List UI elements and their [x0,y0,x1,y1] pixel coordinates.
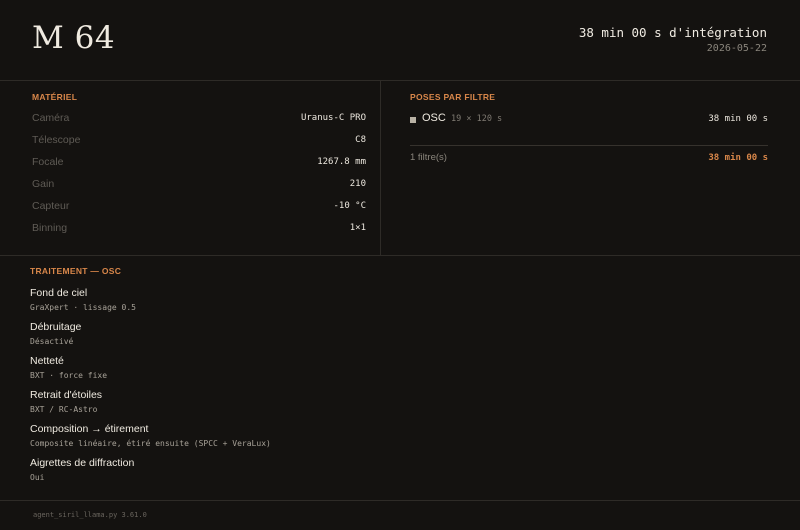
poses-title: POSES PAR FILTRE [410,92,496,102]
processing-step-detail: Désactivé [30,337,74,346]
materiel-label: Caméra [32,112,70,124]
processing-step: Débruitage Désactivé [30,321,81,347]
processing-step-name: Netteté [30,355,64,367]
processing-step-name: Fond de ciel [30,287,88,299]
materiel-value: 210 [349,179,366,189]
materiel-value: -10 °C [333,201,366,211]
processing-step-detail: GraXpert · lissage 0.5 [30,303,136,312]
materiel-value: C8 [355,135,366,145]
header-divider [0,80,800,81]
poses-summary-total: 38 min 00 s [708,153,768,163]
processing-step-name: Aigrettes de diffraction [30,457,135,469]
processing-step-detail: BXT · force fixe [30,371,108,380]
materiel-label: Binning [32,222,68,234]
materiel-row-telescope: Télescope C8 [32,134,366,148]
processing-step-detail: Composite linéaire, étiré ensuite (SPCC … [30,439,271,448]
materiel-row-camera: Caméra Uranus-C PRO [32,112,366,126]
filter-name: OSC [422,112,446,124]
processing-step-name: Débruitage [30,321,82,333]
processing-step: Aigrettes de diffraction Oui [30,457,134,483]
section-divider [0,255,800,256]
processing-step: Fond de ciel GraXpert · lissage 0.5 [30,287,136,313]
materiel-value: 1267.8 mm [317,157,366,167]
session-date: 2026-05-22 [706,43,767,54]
filter-exposure-detail: 19 × 120 s [451,114,503,124]
header: M 64 38 min 00 s d'intégration 2026-05-2… [0,0,800,80]
page-title: M 64 [32,20,116,56]
processing-step: Retrait d'étoiles BXT / RC-Astro [30,389,102,415]
footer-version: agent_siril_llama.py 3.61.0 [33,511,147,519]
filter-color-swatch [410,117,416,123]
poses-summary-divider [410,145,768,146]
processing-step-detail: Oui [30,473,45,482]
footer-divider [0,500,800,501]
integration-time: 38 min 00 s d'intégration [578,25,767,40]
processing-step-detail: BXT / RC-Astro [30,405,98,414]
materiel-row-focale: Focale 1267.8 mm [32,156,366,170]
materiel-title: MATÉRIEL [32,92,78,102]
poses-summary-label: 1 filtre(s) [410,152,447,163]
materiel-label: Gain [32,178,55,190]
materiel-value: Uranus-C PRO [300,113,366,123]
materiel-row-capteur: Capteur -10 °C [32,200,366,214]
processing-step: Composition → étirement Composite linéai… [30,423,271,449]
filter-total-time: 38 min 00 s [708,114,768,124]
materiel-label: Télescope [32,134,81,146]
pose-row-osc: OSC 19 × 120 s 38 min 00 s [410,112,768,126]
processing-step: Netteté BXT · force fixe [30,355,107,381]
processing-step-name: Composition → étirement [30,423,149,435]
materiel-label: Capteur [32,200,70,212]
materiel-label: Focale [32,156,64,168]
traitement-title: TRAITEMENT — OSC [30,266,122,276]
materiel-row-gain: Gain 210 [32,178,366,192]
processing-step-name: Retrait d'étoiles [30,389,103,401]
column-divider [380,81,381,255]
materiel-row-binning: Binning 1×1 [32,222,366,236]
materiel-value: 1×1 [349,223,366,233]
